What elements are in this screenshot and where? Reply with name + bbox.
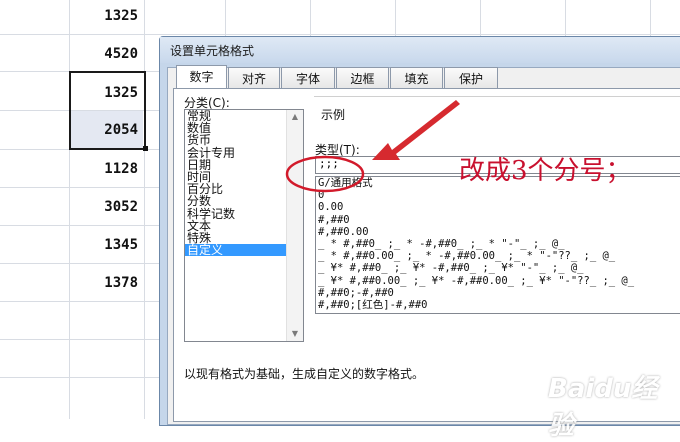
annotation-text: 改成3个分号；: [459, 156, 632, 186]
annotation-overlay: [285, 100, 460, 193]
highlight-circle: [285, 155, 365, 193]
pointer-arrow: [372, 100, 460, 160]
watermark: Baidu经验: [548, 374, 658, 441]
